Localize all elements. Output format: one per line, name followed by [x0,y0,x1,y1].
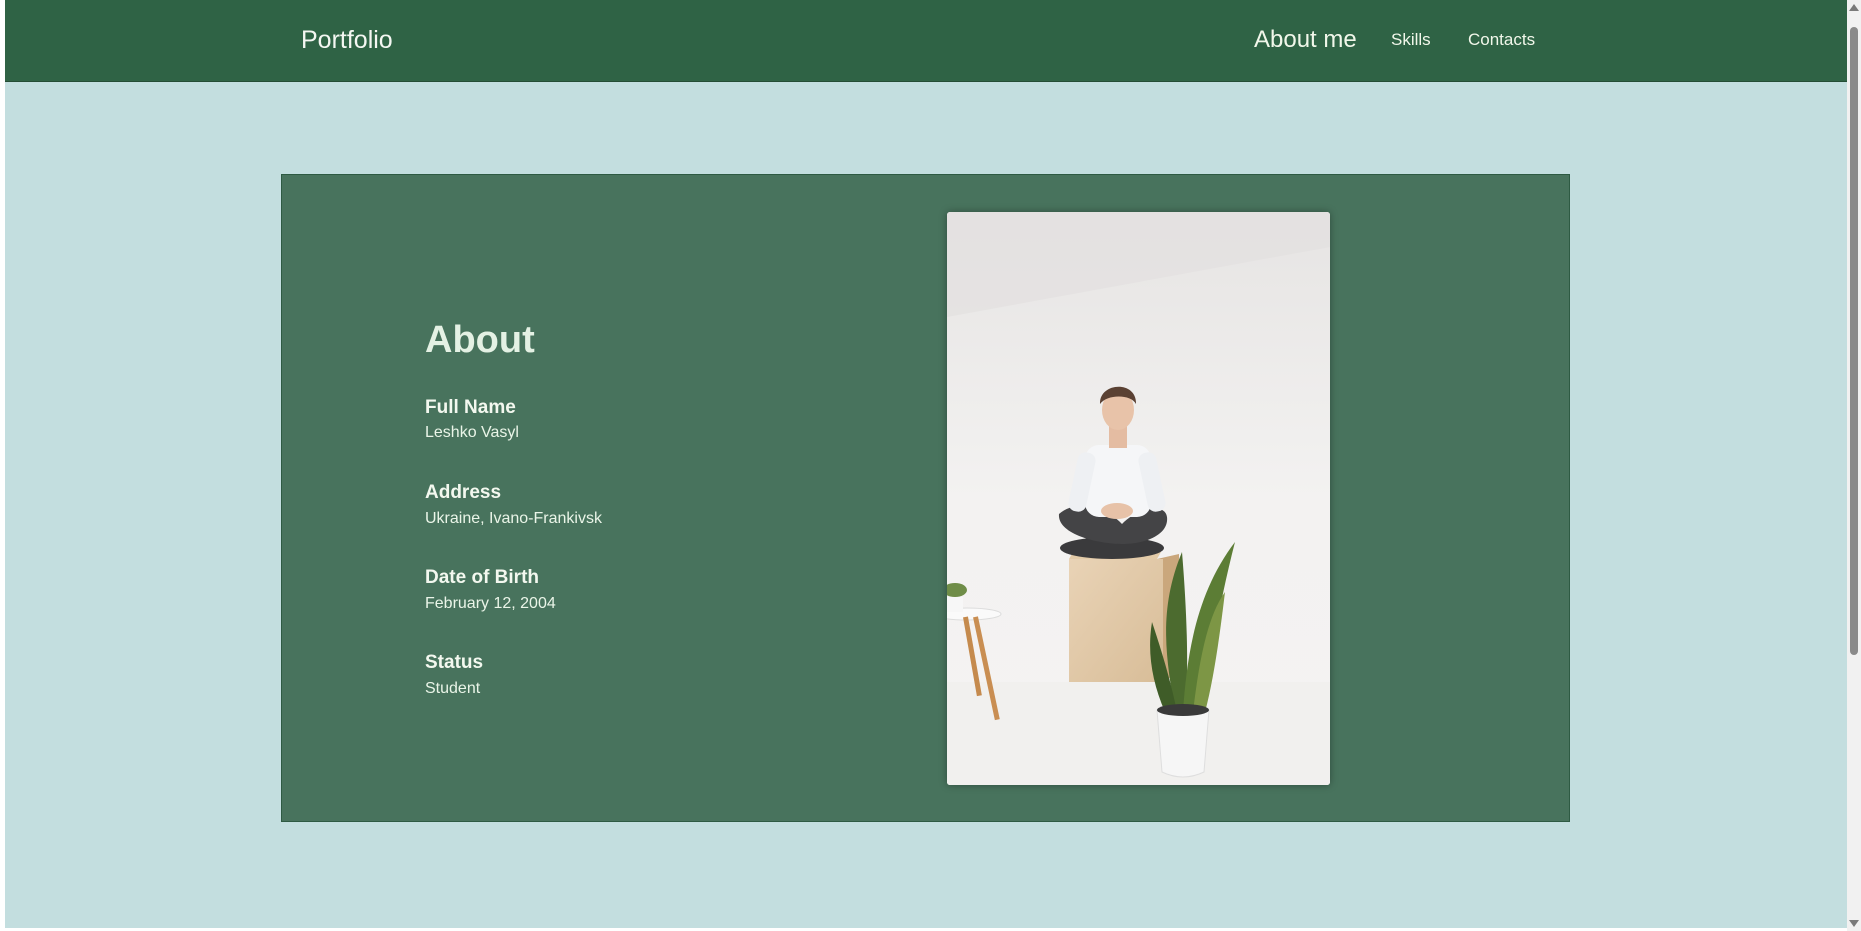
scroll-up-arrow-icon[interactable] [1849,4,1859,11]
profile-photo [947,212,1330,785]
nav-link-skills[interactable]: Skills [1391,30,1431,50]
date-of-birth-value: February 12, 2004 [425,595,556,612]
date-of-birth-label: Date of Birth [425,567,539,588]
top-navbar: Portfolio About me Skills Contacts [5,0,1847,82]
full-name-value: Leshko Vasyl [425,424,519,441]
status-label: Status [425,652,484,673]
scroll-down-arrow-icon[interactable] [1849,920,1859,927]
address-label: Address [425,482,502,503]
nav-link-about-me[interactable]: About me [1254,26,1357,54]
about-heading: About [425,319,535,361]
scrollbar-thumb[interactable] [1850,27,1858,655]
page-viewport: Portfolio About me Skills Contacts About… [5,0,1847,928]
brand-logo-link[interactable]: Portfolio [301,26,393,55]
full-name-label: Full Name [425,397,516,418]
vertical-scrollbar[interactable] [1847,0,1861,931]
nav-link-contacts[interactable]: Contacts [1468,30,1535,50]
about-section: About Full Name Leshko Vasyl Address Ukr… [281,174,1570,822]
status-value: Student [425,680,481,697]
address-value: Ukraine, Ivano-Frankivsk [425,510,602,527]
